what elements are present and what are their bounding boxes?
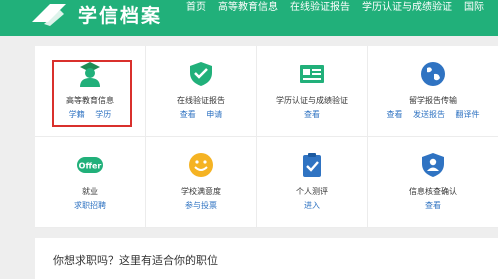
grid-item-links: 查看 申请 [146, 109, 256, 120]
link-apply[interactable]: 申请 [206, 110, 222, 119]
link-view[interactable]: 查看 [425, 201, 441, 210]
nav-item-international[interactable]: 国际 [464, 1, 484, 15]
grid-item-label: 留学报告传输 [409, 96, 457, 105]
link-view[interactable]: 查看 [386, 110, 402, 119]
grid-item-label: 就业 [82, 187, 98, 196]
grid-item-links: 参与投票 [146, 200, 256, 211]
top-nav: 首页 高等教育信息 在线验证报告 学历认证与成绩验证 国际 [186, 1, 496, 15]
grid-item-links: 查看 [257, 109, 367, 120]
grid-item-degree-certification[interactable]: 学历认证与成绩验证 查看 [257, 46, 368, 137]
person-shield-icon [422, 153, 444, 177]
grid-item-label: 学历认证与成绩验证 [276, 96, 348, 105]
clipboard-check-icon [303, 153, 321, 177]
link-job-search[interactable]: 求职招聘 [74, 201, 106, 210]
link-vote[interactable]: 参与投票 [185, 201, 217, 210]
job-prompt-panel: 你想求职吗？这里有适合你的职位 [35, 238, 498, 279]
logo-icon [32, 4, 66, 26]
globe-icon [421, 62, 445, 86]
job-prompt-text[interactable]: 你想求职吗？这里有适合你的职位 [53, 252, 218, 268]
grid-item-links: 进入 [257, 200, 367, 211]
nav-item-degree-certification[interactable]: 学历认证与成绩验证 [362, 1, 452, 15]
grid-item-label: 学校满意度 [181, 187, 221, 196]
grid-item-links: 查看 发送报告 翻译件 [368, 109, 498, 120]
grid-item-school-satisfaction[interactable]: 学校满意度 参与投票 [146, 137, 257, 228]
brand-title[interactable]: 学信档案 [78, 1, 162, 28]
grid-item-links: 求职招聘 [35, 200, 145, 211]
grid-item-info-verification[interactable]: 信息核查确认 查看 [368, 137, 498, 228]
grid-item-employment[interactable]: Offer 就业 求职招聘 [35, 137, 146, 228]
grid-item-study-abroad-report[interactable]: 留学报告传输 查看 发送报告 翻译件 [368, 46, 498, 137]
grid-item-label: 信息核查确认 [409, 187, 457, 196]
header-bar: 学信档案 首页 高等教育信息 在线验证报告 学历认证与成绩验证 国际 [0, 0, 498, 36]
nav-item-online-verification[interactable]: 在线验证报告 [290, 1, 350, 15]
link-translation[interactable]: 翻译件 [456, 110, 480, 119]
link-send-report[interactable]: 发送报告 [413, 110, 445, 119]
grid-item-links: 查看 [368, 200, 498, 211]
nav-item-higher-education[interactable]: 高等教育信息 [218, 1, 278, 15]
smiley-face-icon [189, 153, 213, 177]
link-view[interactable]: 查看 [180, 110, 196, 119]
grid-item-online-verification[interactable]: 在线验证报告 查看 申请 [146, 46, 257, 137]
grid-item-label: 在线验证报告 [177, 96, 225, 105]
nav-item-home[interactable]: 首页 [186, 1, 206, 15]
link-enter[interactable]: 进入 [304, 201, 320, 210]
offer-badge-icon: Offer [77, 157, 103, 173]
shield-check-icon [190, 62, 212, 86]
grid-item-label: 个人测评 [296, 187, 328, 196]
link-view[interactable]: 查看 [304, 110, 320, 119]
id-card-icon [300, 65, 324, 83]
grid-item-personal-assessment[interactable]: 个人测评 进入 [257, 137, 368, 228]
offer-badge-text: Offer [79, 162, 102, 171]
selection-highlight [52, 60, 132, 127]
